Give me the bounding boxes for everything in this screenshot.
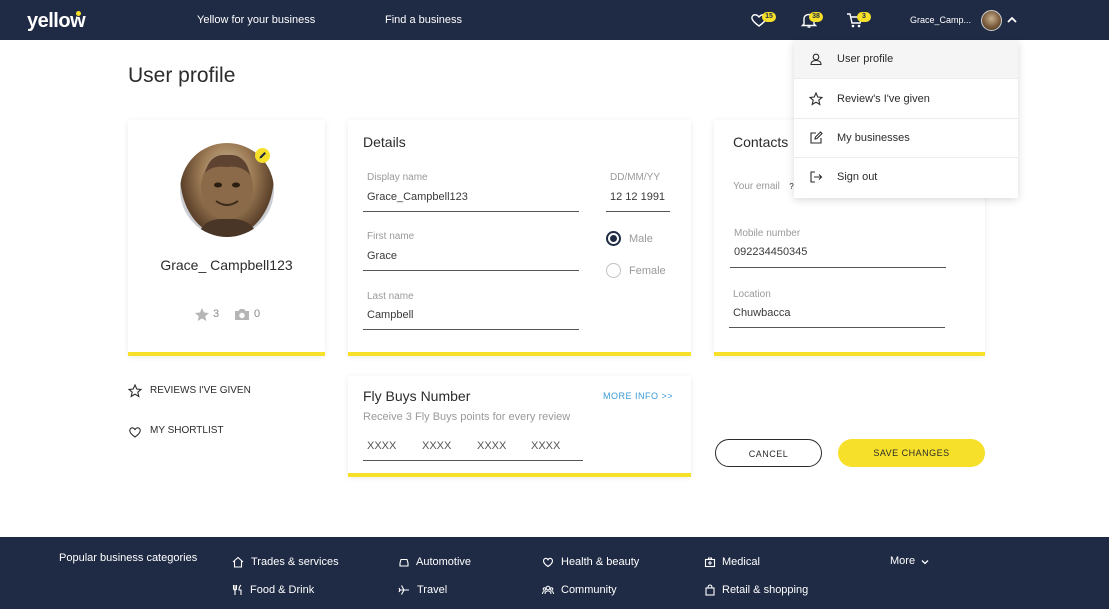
category-food[interactable]: Food & Drink <box>250 584 314 596</box>
flybuys-underline <box>363 460 583 461</box>
mobile-field[interactable]: 092234450345 <box>734 246 807 258</box>
plane-icon <box>398 585 409 595</box>
flybuys-digits-1[interactable]: XXXX <box>367 440 396 452</box>
house-icon <box>232 556 244 568</box>
flybuys-title: Fly Buys Number <box>363 388 471 404</box>
menu-label-my-businesses: My businesses <box>837 132 910 144</box>
category-retail[interactable]: Retail & shopping <box>722 584 808 596</box>
cutlery-icon <box>232 584 242 595</box>
dob-underline <box>606 211 670 212</box>
gender-male-label: Male <box>629 233 653 245</box>
last-name-underline <box>363 329 579 330</box>
star-icon <box>195 308 209 321</box>
footer-categories: Popular business categories Trades & ser… <box>0 537 1109 609</box>
footer-title: Popular business categories <box>59 552 198 564</box>
first-name-label: First name <box>367 231 415 242</box>
details-title: Details <box>363 134 406 150</box>
star-outline-icon <box>809 92 823 106</box>
reviews-given-link[interactable]: REVIEWS I'VE GIVEN <box>150 385 251 396</box>
page-title: User profile <box>128 64 236 87</box>
more-info-link[interactable]: MORE INFO >> <box>603 391 673 401</box>
chevron-up-icon[interactable] <box>1006 15 1018 25</box>
flybuys-digits-3[interactable]: XXXX <box>477 440 506 452</box>
pencil-icon <box>259 152 266 159</box>
profile-card: Grace_ Campbell123 3 0 <box>128 120 325 356</box>
user-name-label[interactable]: Grace_Camp... <box>910 15 971 25</box>
location-label: Location <box>733 289 771 300</box>
photo-count: 0 <box>254 308 261 320</box>
menu-label-reviews-given: Review's I've given <box>837 93 930 105</box>
edit-avatar-button[interactable] <box>255 148 270 163</box>
display-name-label: Display name <box>367 172 428 183</box>
location-field[interactable]: Chuwbacca <box>733 307 790 319</box>
chevron-down-icon[interactable] <box>920 558 930 566</box>
gender-female-radio[interactable] <box>606 263 621 278</box>
last-name-field[interactable]: Campbell <box>367 309 413 321</box>
profile-name: Grace_ Campbell123 <box>160 257 293 273</box>
menu-item-sign-out[interactable]: Sign out <box>794 158 1018 197</box>
details-card: Details Display name Grace_Campbell123 D… <box>348 120 691 356</box>
heart-icon <box>543 557 553 568</box>
review-count: 3 <box>213 308 220 320</box>
first-name-field[interactable]: Grace <box>367 250 397 262</box>
notifications-badge: 38 <box>809 12 823 22</box>
user-icon <box>810 53 822 66</box>
cancel-button[interactable]: CANCEL <box>715 439 822 467</box>
menu-label-sign-out: Sign out <box>837 171 878 183</box>
flybuys-card: Fly Buys Number MORE INFO >> Receive 3 F… <box>348 376 691 477</box>
contacts-title: Contacts <box>733 134 789 150</box>
menu-item-my-businesses[interactable]: My businesses <box>794 119 1018 158</box>
location-underline <box>729 327 945 328</box>
last-name-label: Last name <box>367 291 414 302</box>
top-nav-bar: yellow Yellow for your business Find a b… <box>0 0 1109 40</box>
dob-field[interactable]: 12 12 1991 <box>610 191 665 203</box>
car-icon <box>399 558 409 567</box>
gender-male-radio[interactable] <box>606 231 621 246</box>
my-shortlist-link[interactable]: MY SHORTLIST <box>150 425 224 436</box>
category-automotive[interactable]: Automotive <box>416 556 471 568</box>
category-community[interactable]: Community <box>561 584 617 596</box>
menu-item-user-profile[interactable]: User profile <box>794 40 1018 79</box>
flybuys-digits-2[interactable]: XXXX <box>422 440 451 452</box>
gender-female-label: Female <box>629 265 666 277</box>
sign-out-icon <box>810 171 823 183</box>
heart-outline-icon <box>129 427 141 438</box>
first-name-underline <box>363 270 579 271</box>
edit-box-icon <box>810 131 823 144</box>
star-outline-icon <box>128 384 142 398</box>
favorites-badge: 15 <box>762 12 776 22</box>
category-travel[interactable]: Travel <box>417 584 447 596</box>
nav-link-business[interactable]: Yellow for your business <box>197 14 315 26</box>
nav-link-find-business[interactable]: Find a business <box>385 14 462 26</box>
people-icon <box>542 585 554 595</box>
menu-item-reviews-given[interactable]: Review's I've given <box>794 80 1018 119</box>
mobile-label: Mobile number <box>734 228 801 239</box>
footer-more-button[interactable]: More <box>890 555 915 567</box>
logo-registered-mark <box>75 10 82 17</box>
user-dropdown-menu: User profile Review's I've given My busi… <box>794 40 1018 198</box>
medical-kit-icon <box>704 557 716 568</box>
display-name-field[interactable]: Grace_Campbell123 <box>367 191 468 203</box>
mobile-underline <box>730 267 946 268</box>
save-changes-button[interactable]: SAVE CHANGES <box>838 439 985 467</box>
camera-icon <box>235 309 249 320</box>
shopping-bag-icon <box>705 584 715 596</box>
category-health[interactable]: Health & beauty <box>561 556 639 568</box>
dob-label: DD/MM/YY <box>610 172 660 183</box>
flybuys-subtitle: Receive 3 Fly Buys points for every revi… <box>363 411 571 423</box>
display-name-underline <box>363 211 579 212</box>
flybuys-digits-4[interactable]: XXXX <box>531 440 560 452</box>
category-trades[interactable]: Trades & services <box>251 556 339 568</box>
menu-label-user-profile: User profile <box>837 53 894 65</box>
category-medical[interactable]: Medical <box>722 556 760 568</box>
cart-badge: 3 <box>857 12 871 22</box>
email-label: Your email <box>733 181 780 192</box>
user-avatar[interactable] <box>981 10 1002 31</box>
